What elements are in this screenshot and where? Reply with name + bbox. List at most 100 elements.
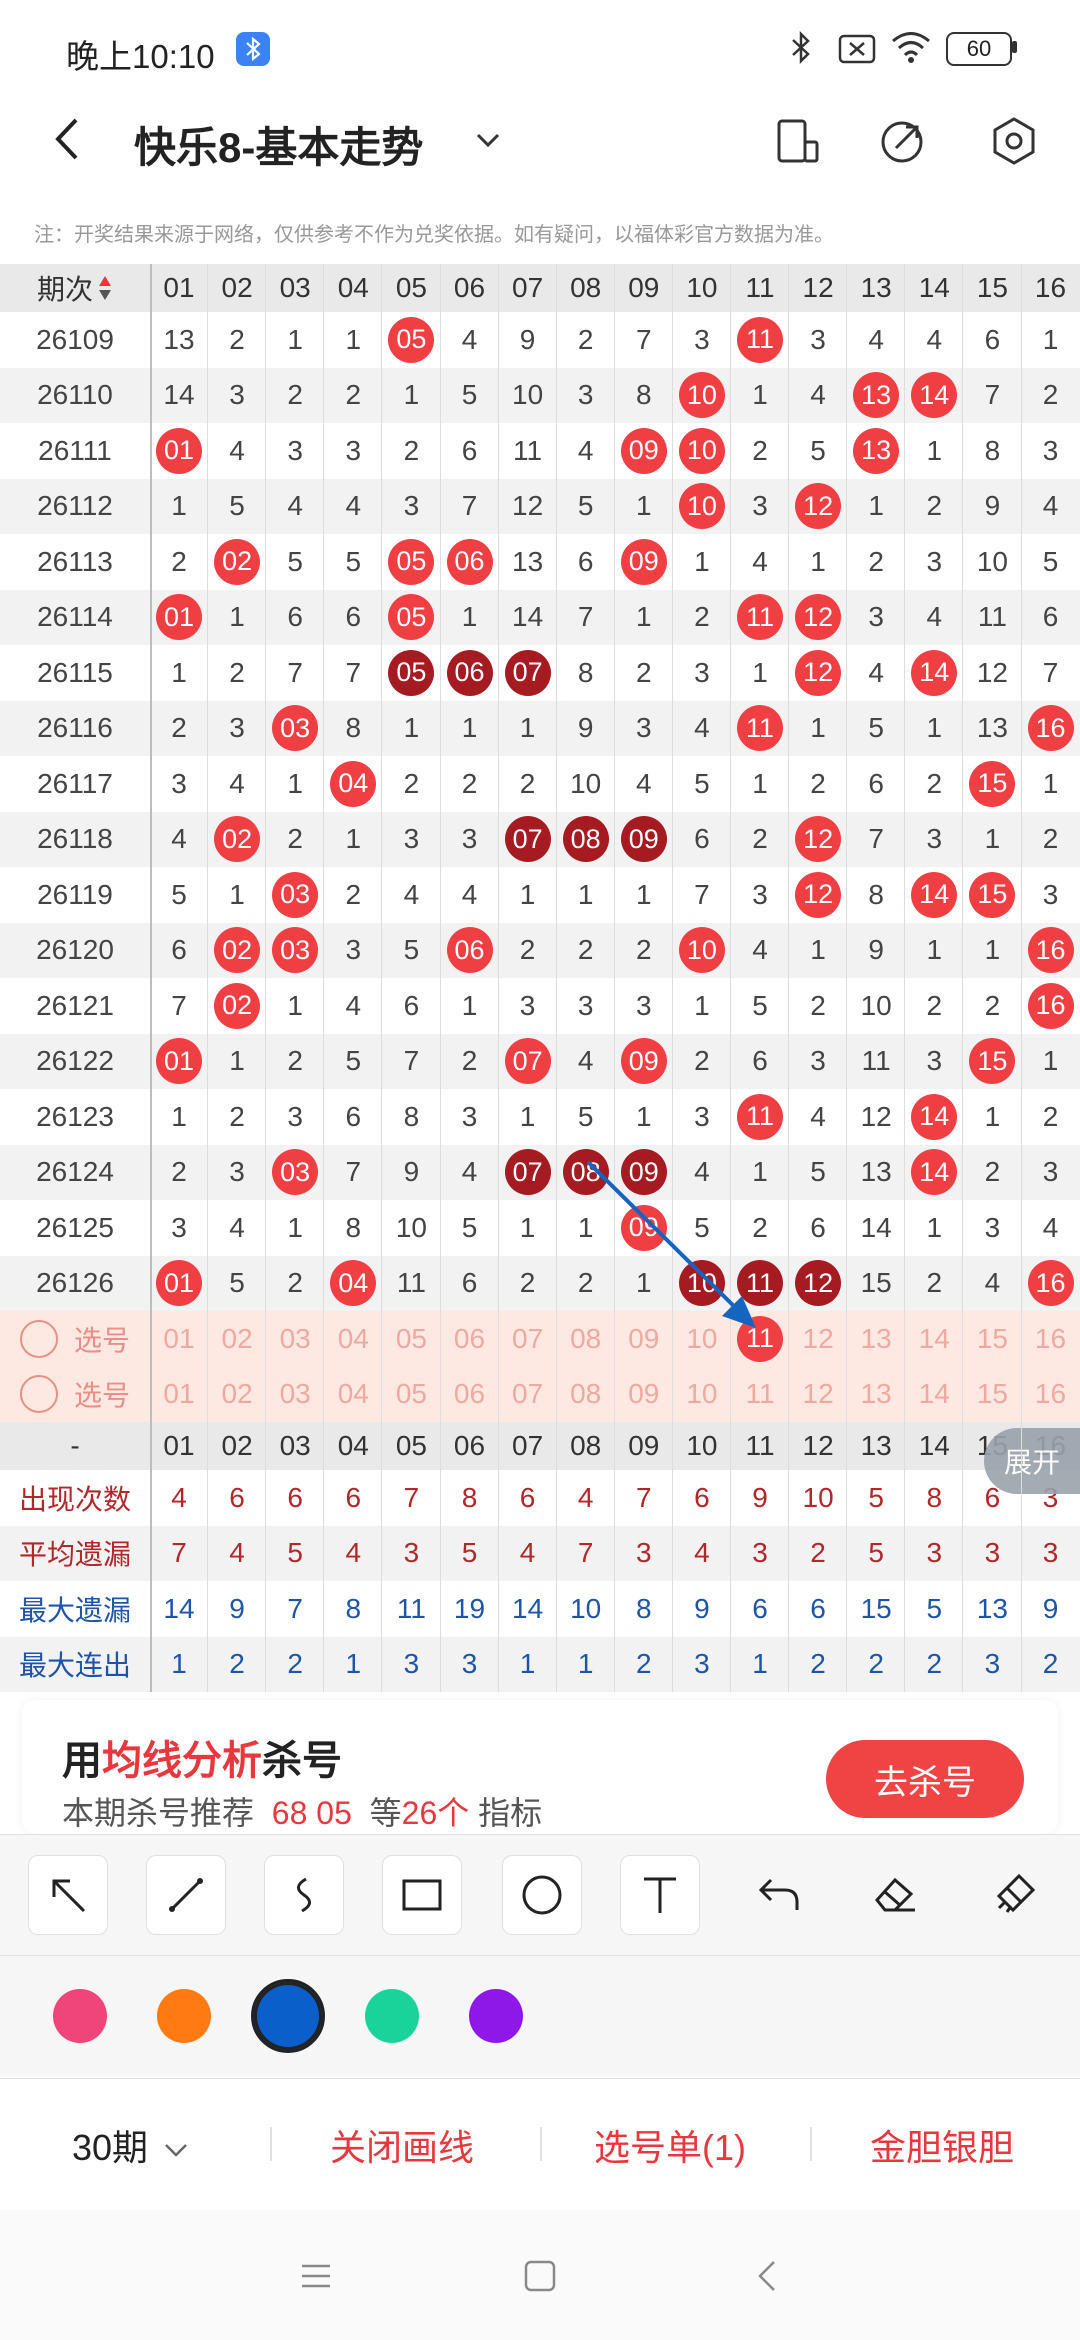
curve-tool[interactable] xyxy=(264,1855,344,1935)
circle-tool[interactable] xyxy=(502,1855,582,1935)
pick-number[interactable]: 13 xyxy=(847,1311,905,1367)
pick-number[interactable]: 11 xyxy=(731,1367,789,1423)
layout-toggle-icon[interactable] xyxy=(776,118,820,164)
chevron-down-icon[interactable] xyxy=(474,130,502,150)
drawn-ball-cell: 04 xyxy=(324,1256,382,1312)
column-header[interactable]: 12 xyxy=(789,264,847,312)
column-header[interactable]: 03 xyxy=(266,264,324,312)
pick-number[interactable]: 08 xyxy=(557,1311,615,1367)
column-header[interactable]: 06 xyxy=(441,264,499,312)
drawn-ball-cell: 12 xyxy=(789,812,847,868)
pick-number[interactable]: 02 xyxy=(208,1311,266,1367)
back-icon[interactable] xyxy=(752,2258,782,2294)
pick-number[interactable]: 09 xyxy=(615,1367,673,1423)
pick-number[interactable]: 15 xyxy=(963,1367,1021,1423)
pick-number[interactable]: 16 xyxy=(1022,1311,1080,1367)
home-icon[interactable] xyxy=(522,2258,558,2294)
radio-circle-icon[interactable] xyxy=(19,1319,58,1358)
pick-number[interactable]: 07 xyxy=(499,1311,557,1367)
pick-number[interactable]: 13 xyxy=(847,1367,905,1423)
omission-count: 2 xyxy=(694,601,710,633)
pick-number[interactable]: 06 xyxy=(441,1311,499,1367)
pick-number[interactable]: 01 xyxy=(150,1311,208,1367)
pick-number[interactable]: 05 xyxy=(382,1311,440,1367)
color-swatch-blue[interactable] xyxy=(251,1979,325,2053)
omission-count: 2 xyxy=(810,767,826,799)
disclaimer-notice: 注：开奖结果来源于网络，仅供参考不作为兑奖依据。如有疑问，以福体彩官方数据为准。 xyxy=(34,224,834,246)
omission-count: 6 xyxy=(287,601,303,633)
arrow-tool[interactable] xyxy=(28,1855,108,1935)
clear-all-button[interactable] xyxy=(976,1855,1054,1933)
column-header[interactable]: 07 xyxy=(499,264,557,312)
column-header[interactable]: 05 xyxy=(382,264,440,312)
omission-count: 2 xyxy=(1042,1100,1059,1132)
pick-list-button[interactable]: 选号单(1) xyxy=(594,2119,746,2171)
column-header[interactable]: 14 xyxy=(905,264,963,312)
back-arrow-icon[interactable] xyxy=(50,114,84,164)
eraser-button[interactable] xyxy=(856,1855,934,1933)
pick-number[interactable]: 01 xyxy=(150,1367,208,1423)
omission-count: 4 xyxy=(229,767,245,799)
column-header[interactable]: 16 xyxy=(1022,264,1080,312)
pick-number[interactable]: 16 xyxy=(1022,1367,1080,1423)
pick-number[interactable]: 08 xyxy=(557,1367,615,1423)
pick-number[interactable]: 05 xyxy=(382,1367,440,1423)
selected-pick-ball[interactable]: 11 xyxy=(737,1315,783,1362)
pick-number[interactable]: 03 xyxy=(266,1311,324,1367)
pick-number[interactable]: 12 xyxy=(789,1367,847,1423)
expand-button[interactable]: 展开 xyxy=(984,1428,1080,1494)
pick-number[interactable]: 10 xyxy=(673,1311,731,1367)
undo-button[interactable] xyxy=(740,1855,818,1933)
pick-number[interactable]: 04 xyxy=(324,1367,382,1423)
pick-number[interactable]: 02 xyxy=(208,1367,266,1423)
pick-number[interactable]: 06 xyxy=(441,1367,499,1423)
pick-number[interactable]: 07 xyxy=(499,1367,557,1423)
pick-number[interactable]: 10 xyxy=(673,1367,731,1423)
column-header[interactable]: 01 xyxy=(150,264,208,312)
menu-icon[interactable] xyxy=(298,2260,334,2292)
pick-row-label[interactable]: 选号 xyxy=(0,1367,150,1423)
radio-circle-icon[interactable] xyxy=(19,1375,58,1414)
issue-column-header[interactable]: 期次 xyxy=(0,264,150,312)
color-swatch-purple[interactable] xyxy=(469,1989,523,2043)
column-header[interactable]: 04 xyxy=(324,264,382,312)
text-tool[interactable] xyxy=(620,1855,700,1935)
omission-count: 3 xyxy=(810,323,826,355)
pick-number[interactable]: 04 xyxy=(324,1311,382,1367)
color-swatch-green[interactable] xyxy=(365,1989,419,2043)
column-header[interactable]: 02 xyxy=(208,264,266,312)
pick-number[interactable]: 03 xyxy=(266,1367,324,1423)
close-drawing-button[interactable]: 关闭画线 xyxy=(330,2119,474,2171)
stats-value: 2 xyxy=(810,1537,826,1569)
column-header[interactable]: 15 xyxy=(963,264,1021,312)
page-title[interactable]: 快乐8-基本走势 xyxy=(134,114,423,175)
pick-number[interactable]: 12 xyxy=(789,1311,847,1367)
stats-value: 7 xyxy=(577,1537,594,1569)
stats-value: 14 xyxy=(163,1592,195,1624)
pick-number[interactable]: 09 xyxy=(615,1311,673,1367)
golden-pick-button[interactable]: 金胆银胆 xyxy=(870,2119,1014,2171)
column-divider xyxy=(846,264,848,1692)
pick-number[interactable]: 15 xyxy=(963,1311,1021,1367)
color-swatch-orange[interactable] xyxy=(157,1989,211,2043)
pick-number-selected[interactable]: 11 xyxy=(731,1311,789,1367)
pick-row-label[interactable]: 选号 xyxy=(0,1311,150,1367)
kill-number-button[interactable]: 去杀号 xyxy=(826,1740,1024,1818)
column-header[interactable]: 11 xyxy=(731,264,789,312)
share-icon[interactable] xyxy=(880,118,926,164)
column-header[interactable]: 08 xyxy=(557,264,615,312)
column-header[interactable]: 10 xyxy=(673,264,731,312)
omission-count: 4 xyxy=(752,934,768,966)
pick-number[interactable]: 14 xyxy=(905,1367,963,1423)
stats-value: 4 xyxy=(694,1537,710,1569)
rectangle-tool[interactable] xyxy=(382,1855,462,1935)
stats-value: 7 xyxy=(403,1481,420,1513)
settings-hexagon-icon[interactable] xyxy=(990,116,1038,166)
column-header[interactable]: 09 xyxy=(615,264,673,312)
pick-number[interactable]: 14 xyxy=(905,1311,963,1367)
column-header[interactable]: 13 xyxy=(847,264,905,312)
color-swatch-pink[interactable] xyxy=(53,1989,107,2043)
line-tool[interactable] xyxy=(146,1855,226,1935)
drawn-ball-cell: 11 xyxy=(731,1256,789,1312)
period-selector[interactable]: 30期 xyxy=(72,2119,190,2171)
